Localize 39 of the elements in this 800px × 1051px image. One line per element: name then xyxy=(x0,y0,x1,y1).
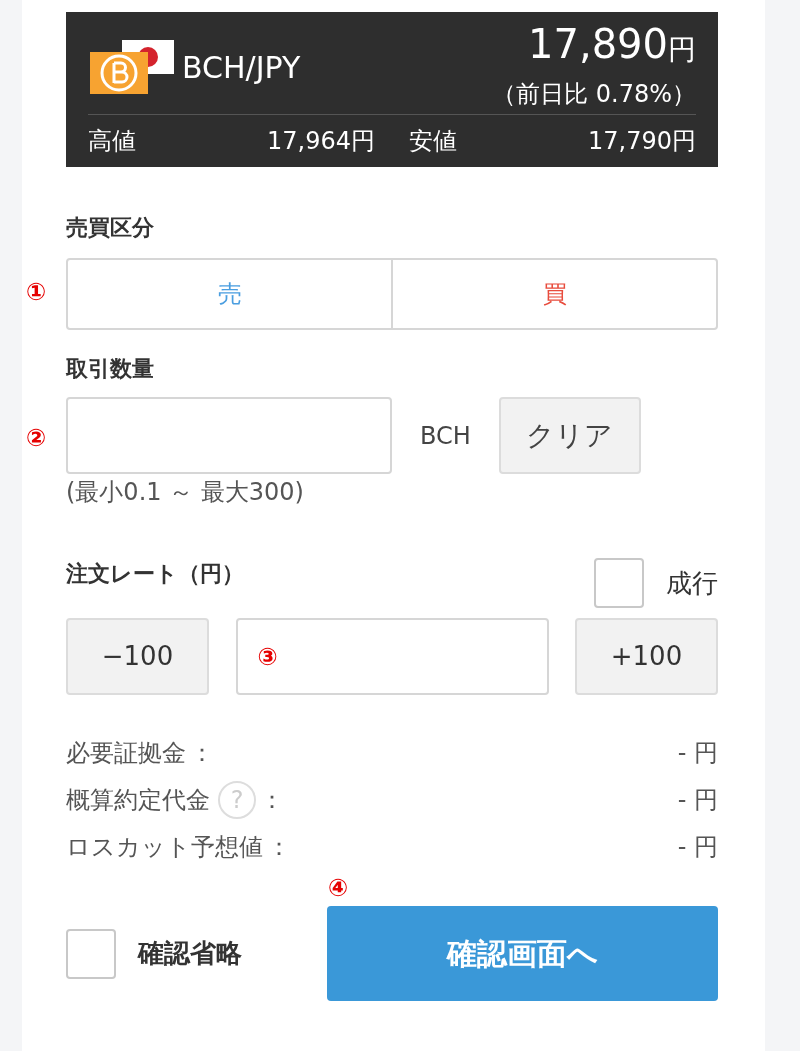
section-title: 注文レート（円） xyxy=(66,559,244,588)
market-order-label: 成行 xyxy=(666,566,718,600)
quantity-range-hint: (最小0.1 ～ 最大300) xyxy=(66,477,305,508)
summary-value: - 円 xyxy=(677,737,718,769)
low-price: 17,790円 xyxy=(588,125,696,157)
summary-colon: ： xyxy=(267,831,291,863)
callout-number: ④ xyxy=(328,874,349,902)
low-label: 安値 xyxy=(409,125,457,157)
daily-change: （前日比 0.78%） xyxy=(492,79,696,110)
callout-number: ② xyxy=(26,424,47,452)
increase-button[interactable]: +100 xyxy=(575,618,718,695)
price-unit: 円 xyxy=(668,36,696,64)
summary-colon: ： xyxy=(190,737,214,769)
callout-number: ① xyxy=(26,278,47,306)
summary-value: - 円 xyxy=(677,831,718,863)
coin-flag-icon xyxy=(88,38,176,96)
skip-confirm-checkbox[interactable] xyxy=(66,928,116,979)
section-title: 売買区分 xyxy=(66,214,155,242)
unit-label: BCH xyxy=(420,420,471,452)
confirm-button[interactable]: 確認画面へ xyxy=(327,906,718,1001)
side-option[interactable]: 売 xyxy=(68,260,391,328)
summary-label: 概算約定代金 xyxy=(66,784,210,816)
summary-label: ロスカット予想値 xyxy=(66,831,263,863)
currency-pair: BCH/JPY xyxy=(182,48,301,87)
current-price: 17,890 xyxy=(528,24,668,64)
summary-colon: ： xyxy=(260,784,284,816)
high-label: 高値 xyxy=(88,125,136,157)
summary-label: 必要証拠金 xyxy=(66,737,186,769)
decrease-button[interactable]: −100 xyxy=(66,618,209,695)
market-order-checkbox[interactable] xyxy=(594,558,644,608)
clear-button[interactable]: クリア xyxy=(498,397,641,474)
callout-number: ③ xyxy=(257,644,278,669)
side-option[interactable]: 買 xyxy=(391,260,716,328)
summary-value: - 円 xyxy=(677,784,718,816)
rate-field[interactable]: ③ xyxy=(235,618,549,695)
section-title: 取引数量 xyxy=(66,355,155,383)
high-price: 17,964円 xyxy=(267,125,375,157)
quantity-field[interactable] xyxy=(66,397,392,474)
skip-confirm-label: 確認省略 xyxy=(138,937,242,970)
